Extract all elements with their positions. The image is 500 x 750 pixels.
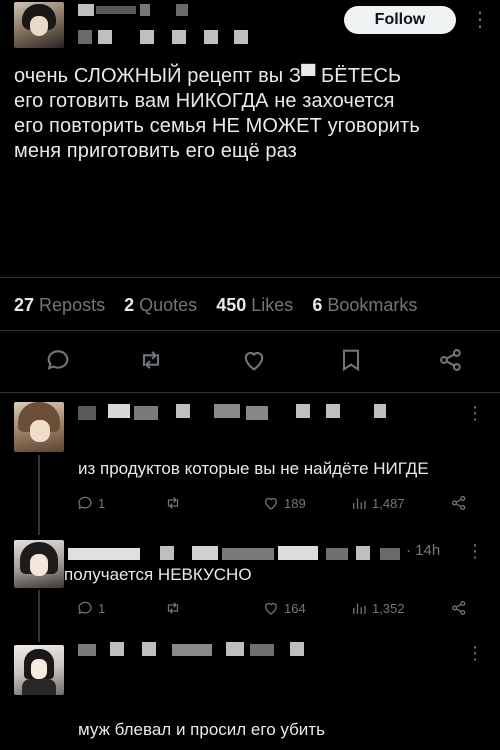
reply-comment-button[interactable]: 1 xyxy=(76,599,105,617)
reply-more-icon[interactable]: ⋮ xyxy=(466,404,484,422)
reply-views[interactable]: 1,487 xyxy=(350,494,405,512)
reply-text: получается НЕВКУСНО xyxy=(64,565,252,584)
reply-retweet-button[interactable] xyxy=(164,599,182,617)
reply-avatar[interactable] xyxy=(14,402,64,452)
avatar-face xyxy=(30,16,48,36)
avatar-face xyxy=(31,659,47,679)
divider xyxy=(0,392,500,393)
divider xyxy=(0,330,500,331)
like-icon xyxy=(265,602,277,615)
tweet-line: его готовить вам НИКОГДА не захочется xyxy=(14,90,395,112)
reply-text: муж блевал и просил его убить xyxy=(78,720,325,739)
like-icon[interactable] xyxy=(240,346,268,374)
like-count: 164 xyxy=(284,600,306,616)
tweet-action-bar xyxy=(0,346,500,378)
reply-count: 1 xyxy=(98,495,106,511)
retweet-icon[interactable] xyxy=(137,346,165,374)
like-count: 189 xyxy=(284,495,306,511)
thread-connector xyxy=(38,455,40,535)
reply-count: 1 xyxy=(98,600,106,616)
views-icon xyxy=(353,603,366,614)
reply-share-button[interactable] xyxy=(450,599,468,617)
avatar-body xyxy=(22,679,56,695)
like-icon xyxy=(265,497,277,510)
views-icon xyxy=(353,498,366,509)
reply-retweet-button[interactable] xyxy=(164,494,182,512)
tweet-line: его повторить семья НЕ МОЖЕТ уговорить xyxy=(14,115,420,137)
retweet-icon xyxy=(167,497,179,509)
thread-connector xyxy=(38,590,40,642)
follow-button[interactable]: Follow xyxy=(344,6,456,34)
reply-timestamp[interactable]: · 14h xyxy=(406,542,440,559)
bookmarks-stat[interactable]: 6 Bookmarks xyxy=(312,295,417,315)
tweet-line: меня приготовить его ещё раз xyxy=(14,140,297,162)
view-count: 1,487 xyxy=(372,495,405,511)
likes-stat[interactable]: 450 Likes xyxy=(216,295,293,315)
view-count: 1,352 xyxy=(372,600,405,616)
author-avatar[interactable] xyxy=(14,2,64,48)
reply-comment-button[interactable]: 1 xyxy=(76,494,105,512)
reply-views[interactable]: 1,352 xyxy=(350,599,405,617)
share-icon xyxy=(451,600,466,616)
reply-like-button[interactable]: 164 xyxy=(262,599,306,617)
reply-avatar[interactable] xyxy=(14,645,64,695)
reply-action-bar: 1 164 1,352 xyxy=(64,599,484,621)
reply-text: из продуктов которые вы не найдёте НИГДЕ xyxy=(78,459,429,478)
reply-action-bar: 1 189 1,487 xyxy=(64,494,484,516)
tweet-stats: 27 Reposts 2 Quotes 450 Likes 6 Bookmark… xyxy=(14,295,431,316)
reposts-stat[interactable]: 27 Reposts xyxy=(14,295,105,315)
bookmark-icon[interactable] xyxy=(337,346,365,374)
avatar-face xyxy=(30,420,50,442)
quotes-stat[interactable]: 2 Quotes xyxy=(124,295,197,315)
reply-icon xyxy=(78,601,92,615)
reply-like-button[interactable]: 189 xyxy=(262,494,306,512)
more-options-icon[interactable]: ⋮ xyxy=(469,10,491,32)
share-icon xyxy=(451,495,466,511)
reply-icon[interactable] xyxy=(44,346,72,374)
tweet-line: очень СЛОЖНЫЙ рецепт вы З▀ БЁТЕСЬ xyxy=(14,65,402,87)
reply-icon xyxy=(78,496,92,510)
retweet-icon xyxy=(167,602,179,614)
avatar-face xyxy=(30,554,48,576)
divider xyxy=(0,277,500,278)
reply-share-button[interactable] xyxy=(450,494,468,512)
tweet-text: очень СЛОЖНЫЙ рецепт вы З▀ БЁТЕСЬ его го… xyxy=(14,64,489,164)
share-icon[interactable] xyxy=(437,346,465,374)
reply-avatar[interactable] xyxy=(14,540,64,588)
reply-more-icon[interactable]: ⋮ xyxy=(466,644,484,662)
reply-more-icon[interactable]: ⋮ xyxy=(466,542,484,560)
